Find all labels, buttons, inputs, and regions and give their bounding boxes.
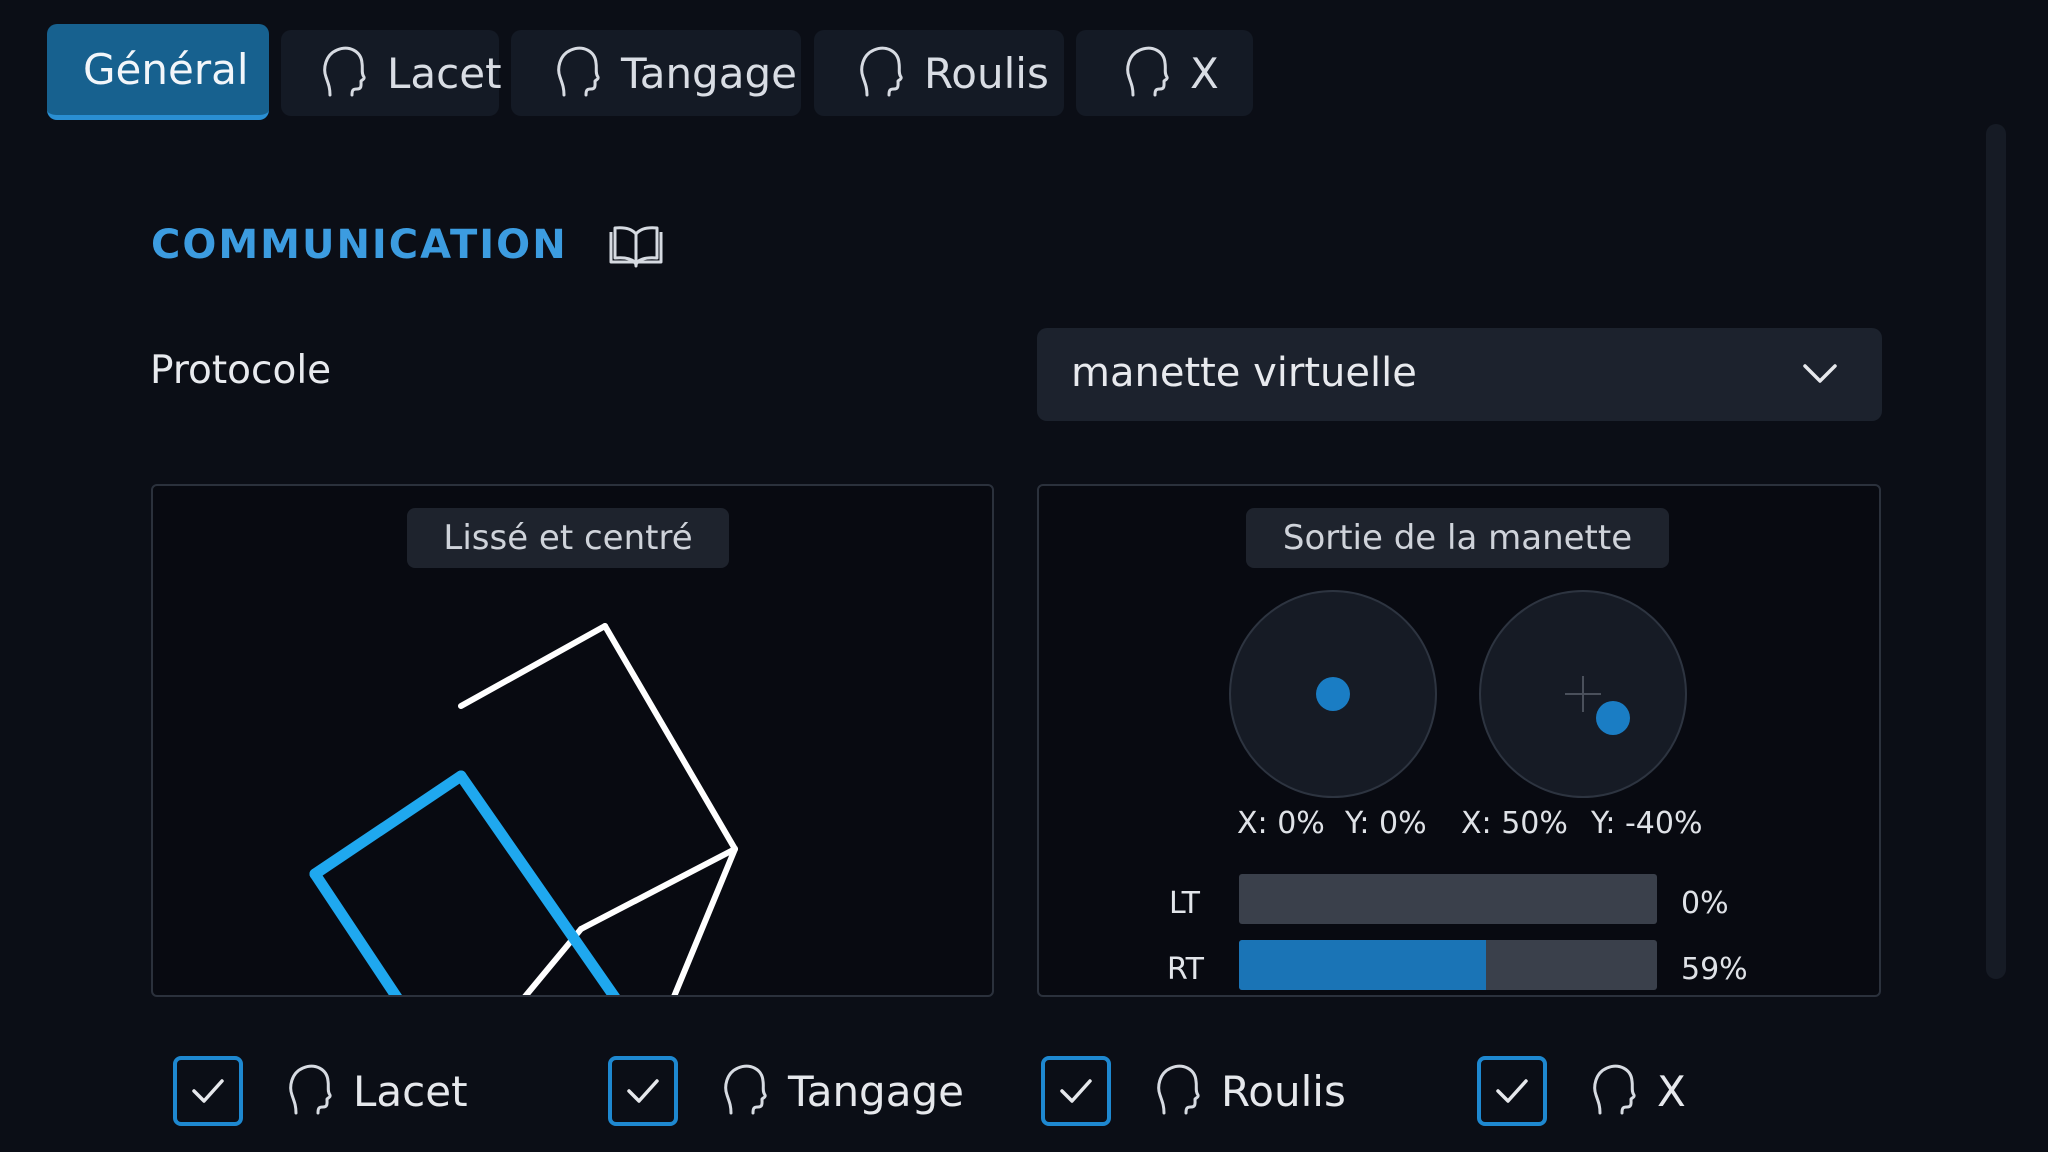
tab-tangage[interactable]: Tangage xyxy=(511,30,801,116)
left-stick-x: X: 0% xyxy=(1237,806,1325,841)
left-stick xyxy=(1229,590,1437,798)
right-stick-y: Y: -40% xyxy=(1591,806,1703,841)
tab-label: Général xyxy=(83,45,249,94)
smoothed-centered-panel: Lissé et centré xyxy=(151,484,994,997)
rt-value: 59% xyxy=(1681,952,1748,987)
head-profile-icon xyxy=(317,43,367,103)
checkbox-label: Tangage xyxy=(788,1066,964,1116)
checkbox-tangage[interactable]: Tangage xyxy=(608,1054,964,1128)
check-icon xyxy=(1496,1079,1528,1103)
tab-lacet[interactable]: Lacet xyxy=(281,30,502,116)
scrollbar[interactable] xyxy=(1986,124,2006,979)
center-crosshair-icon xyxy=(1565,676,1601,712)
head-profile-icon xyxy=(283,1060,333,1122)
left-stick-y: Y: 0% xyxy=(1345,806,1427,841)
rt-bar-fill xyxy=(1239,940,1486,990)
right-stick-position xyxy=(1596,701,1630,735)
checkbox[interactable] xyxy=(1041,1056,1111,1126)
tab-label: Lacet xyxy=(387,48,502,98)
right-stick xyxy=(1479,590,1687,798)
checkbox-roulis[interactable]: Roulis xyxy=(1041,1054,1346,1128)
book-icon[interactable] xyxy=(607,224,665,268)
check-icon xyxy=(1060,1079,1092,1103)
checkbox-x[interactable]: X xyxy=(1477,1054,1686,1128)
panel-label: Sortie de la manette xyxy=(1246,508,1669,568)
tab-label: Roulis xyxy=(924,48,1049,98)
checkbox-lacet[interactable]: Lacet xyxy=(173,1054,468,1128)
protocol-select[interactable]: manette virtuelle xyxy=(1037,328,1882,421)
orientation-cube xyxy=(309,623,738,995)
lt-value: 0% xyxy=(1681,886,1729,921)
checkbox-label: Lacet xyxy=(353,1066,468,1116)
check-icon xyxy=(192,1079,224,1103)
lt-bar xyxy=(1239,874,1657,924)
tab-label: Tangage xyxy=(621,48,797,98)
protocol-select-value: manette virtuelle xyxy=(1071,350,1417,396)
gamepad-output-panel: Sortie de la manette X: 0% Y: 0% X: 50% … xyxy=(1037,484,1881,997)
section-title: COMMUNICATION xyxy=(151,222,568,268)
head-profile-icon xyxy=(718,1060,768,1122)
lt-label: LT xyxy=(1169,886,1200,921)
head-profile-icon xyxy=(854,43,904,103)
left-stick-position xyxy=(1316,677,1350,711)
checkbox[interactable] xyxy=(608,1056,678,1126)
head-profile-icon xyxy=(1120,43,1170,103)
protocol-label: Protocole xyxy=(150,348,332,393)
head-profile-icon xyxy=(551,43,601,103)
check-icon xyxy=(627,1079,659,1103)
checkbox-label: X xyxy=(1657,1066,1686,1116)
tab-general[interactable]: Général xyxy=(47,24,269,120)
rt-label: RT xyxy=(1167,952,1204,987)
checkbox[interactable] xyxy=(1477,1056,1547,1126)
chevron-down-icon xyxy=(1803,364,1837,383)
right-stick-x: X: 50% xyxy=(1461,806,1568,841)
tab-x[interactable]: X xyxy=(1076,30,1253,116)
head-profile-icon xyxy=(1587,1060,1637,1122)
checkbox-label: Roulis xyxy=(1221,1066,1346,1116)
tab-label: X xyxy=(1190,48,1219,98)
head-profile-icon xyxy=(1151,1060,1201,1122)
rt-bar xyxy=(1239,940,1657,990)
tab-roulis[interactable]: Roulis xyxy=(814,30,1064,116)
checkbox[interactable] xyxy=(173,1056,243,1126)
